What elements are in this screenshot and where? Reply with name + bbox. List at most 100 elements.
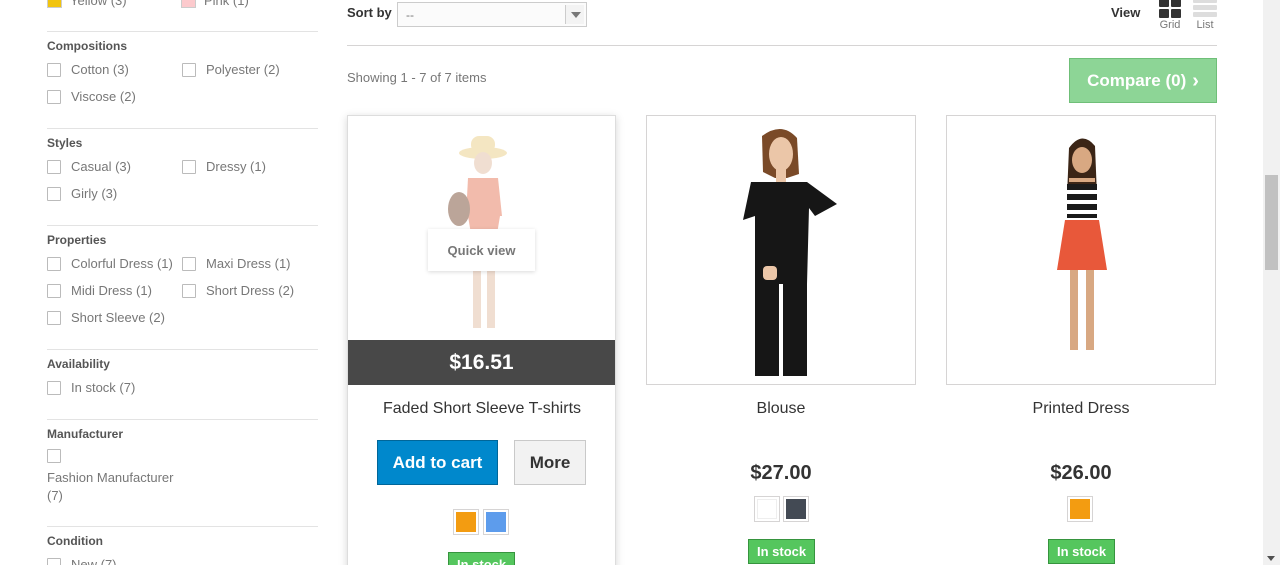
checkbox[interactable] bbox=[47, 62, 61, 77]
stock-badge: In stock bbox=[748, 539, 816, 564]
model-photo-3 bbox=[947, 116, 1215, 384]
color-swatch-orange[interactable] bbox=[453, 509, 479, 535]
divider bbox=[347, 45, 1217, 46]
product-name[interactable]: Faded Short Sleeve T-shirts bbox=[347, 400, 617, 418]
color-option-pink[interactable]: Pink (1) bbox=[181, 0, 249, 8]
filter-option-label: Casual (3) bbox=[71, 159, 131, 174]
chevron-down-icon[interactable] bbox=[565, 5, 584, 24]
filter-option-dressy[interactable]: Dressy (1) bbox=[182, 159, 266, 174]
styles-title: Styles bbox=[47, 136, 83, 150]
divider bbox=[47, 225, 318, 226]
divider bbox=[47, 128, 318, 129]
filter-option-label: Fashion Manufacturer (7) bbox=[47, 469, 173, 505]
filter-option-label: Cotton (3) bbox=[71, 62, 129, 77]
product-name[interactable]: Printed Dress bbox=[946, 400, 1216, 418]
checkbox[interactable] bbox=[47, 557, 61, 565]
product-image[interactable] bbox=[646, 115, 916, 385]
divider bbox=[47, 31, 318, 32]
stock-badge: In stock bbox=[448, 552, 516, 565]
checkbox[interactable] bbox=[182, 159, 196, 174]
condition-title: Condition bbox=[47, 534, 103, 548]
filter-option-midi-dress[interactable]: Midi Dress (1) bbox=[47, 283, 152, 298]
compositions-title: Compositions bbox=[47, 39, 127, 53]
divider bbox=[47, 526, 318, 527]
color-option-label: Pink (1) bbox=[204, 0, 249, 8]
stock-badge: In stock bbox=[1048, 539, 1116, 564]
filter-option-label: Short Dress (2) bbox=[206, 283, 295, 298]
view-grid-label: Grid bbox=[1159, 19, 1181, 31]
filter-option-new[interactable]: New (7) bbox=[47, 557, 117, 565]
compare-label: Compare (0) bbox=[1087, 70, 1187, 90]
sort-select[interactable]: -- bbox=[397, 2, 587, 27]
checkbox[interactable] bbox=[47, 380, 61, 395]
filter-option-label: New (7) bbox=[71, 557, 117, 565]
add-to-cart-button[interactable]: Add to cart bbox=[377, 440, 498, 485]
checkbox[interactable] bbox=[47, 159, 61, 174]
filter-option-cotton[interactable]: Cotton (3) bbox=[47, 62, 129, 77]
color-swatch-orange[interactable] bbox=[1067, 496, 1093, 522]
checkbox[interactable] bbox=[47, 449, 61, 463]
view-list-button[interactable]: List bbox=[1192, 0, 1218, 34]
filter-option-label: Girly (3) bbox=[71, 186, 118, 201]
model-photo-1 bbox=[348, 116, 615, 340]
yellow-swatch-icon bbox=[47, 0, 62, 8]
checkbox[interactable] bbox=[182, 283, 196, 298]
compare-button[interactable]: Compare (0) › bbox=[1069, 58, 1217, 103]
scroll-down-arrow-icon[interactable] bbox=[1267, 556, 1275, 561]
view-label: View bbox=[1111, 5, 1141, 20]
divider bbox=[47, 419, 318, 420]
color-swatch-blue[interactable] bbox=[483, 509, 509, 535]
filter-option-label: Polyester (2) bbox=[206, 62, 280, 77]
sort-label: Sort by bbox=[347, 5, 392, 20]
quick-view-button[interactable]: Quick view bbox=[428, 229, 535, 271]
filter-option-short-sleeve[interactable]: Short Sleeve (2) bbox=[47, 310, 165, 325]
color-swatch-white[interactable] bbox=[754, 496, 780, 522]
more-button[interactable]: More bbox=[514, 440, 586, 485]
pink-swatch-icon bbox=[181, 0, 196, 8]
filter-option-label: Colorful Dress (1) bbox=[71, 256, 173, 271]
filter-option-colorful-dress[interactable]: Colorful Dress (1) bbox=[47, 256, 173, 271]
divider bbox=[47, 349, 318, 350]
color-swatch-dark-grey[interactable] bbox=[783, 496, 809, 522]
product-price: $26.00 bbox=[1050, 462, 1112, 484]
checkbox[interactable] bbox=[47, 283, 61, 298]
filter-option-maxi-dress[interactable]: Maxi Dress (1) bbox=[182, 256, 291, 271]
manufacturer-count: (7) bbox=[47, 488, 63, 503]
view-list-label: List bbox=[1196, 19, 1214, 31]
scroll-thumb[interactable] bbox=[1265, 175, 1278, 270]
product-image[interactable] bbox=[946, 115, 1216, 385]
filter-option-label: Midi Dress (1) bbox=[71, 283, 152, 298]
product-price-overlay: $16.51 bbox=[348, 340, 615, 385]
view-grid-button[interactable]: Grid bbox=[1158, 0, 1182, 34]
checkbox[interactable] bbox=[47, 256, 61, 271]
product-price: $27.00 bbox=[750, 462, 812, 484]
manufacturer-title: Manufacturer bbox=[47, 427, 124, 441]
checkbox[interactable] bbox=[182, 62, 196, 77]
filter-option-in-stock[interactable]: In stock (7) bbox=[47, 380, 135, 395]
checkbox[interactable] bbox=[47, 310, 61, 325]
filter-option-casual[interactable]: Casual (3) bbox=[47, 159, 131, 174]
checkbox[interactable] bbox=[182, 256, 196, 271]
color-option-yellow[interactable]: Yellow (3) bbox=[47, 0, 127, 8]
sort-value: -- bbox=[406, 8, 414, 22]
product-image[interactable] bbox=[348, 116, 615, 340]
checkbox[interactable] bbox=[47, 89, 61, 104]
checkbox[interactable] bbox=[47, 186, 61, 201]
filter-option-fashion-manufacturer[interactable]: Fashion Manufacturer (7) bbox=[47, 449, 173, 505]
filter-option-short-dress[interactable]: Short Dress (2) bbox=[182, 283, 294, 298]
filter-option-label: Short Sleeve (2) bbox=[71, 310, 165, 325]
filter-option-girly[interactable]: Girly (3) bbox=[47, 186, 117, 201]
manufacturer-name: Fashion Manufacturer bbox=[47, 470, 174, 485]
grid-icon bbox=[1159, 0, 1181, 18]
color-filter-partial: Yellow (3) Pink (1) bbox=[47, 0, 318, 13]
filter-option-label: Viscose (2) bbox=[71, 89, 136, 104]
filter-option-viscose[interactable]: Viscose (2) bbox=[47, 89, 136, 104]
availability-title: Availability bbox=[47, 357, 110, 371]
filter-option-label: Maxi Dress (1) bbox=[206, 256, 291, 271]
color-option-label: Yellow (3) bbox=[70, 0, 127, 8]
filter-option-label: In stock (7) bbox=[71, 380, 136, 395]
chevron-right-icon: › bbox=[1192, 69, 1199, 92]
filter-option-polyester[interactable]: Polyester (2) bbox=[182, 62, 280, 77]
page-scrollbar[interactable] bbox=[1263, 0, 1280, 565]
product-name[interactable]: Blouse bbox=[646, 400, 916, 418]
